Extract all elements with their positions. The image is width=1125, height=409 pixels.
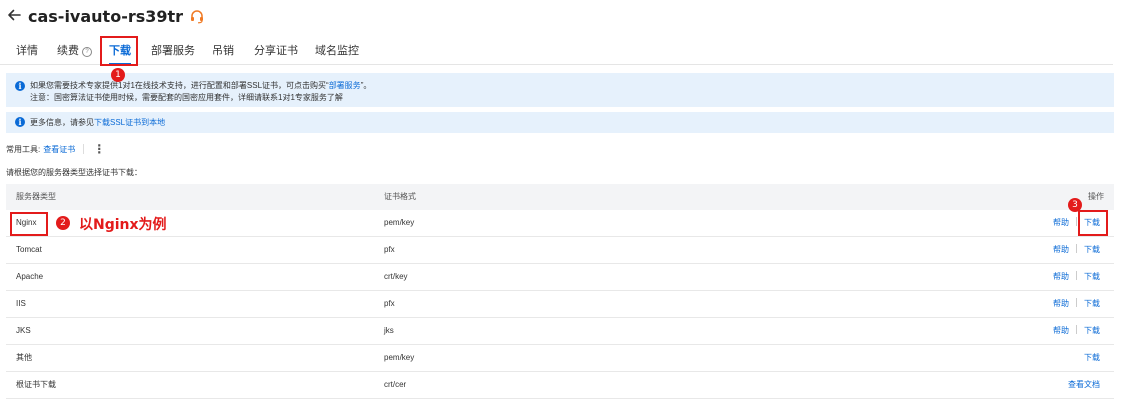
download-table: 服务器类型 证书格式 操作 Nginx pem/key 帮助 下载 Tomcat … [6,184,1114,399]
download-link[interactable]: 下载 [1084,299,1100,308]
cert-format: pfx [384,245,395,254]
annotation-box-nginx [10,212,48,236]
tab-renew[interactable]: 续费? [57,38,92,64]
server-type: 根证书下载 [16,380,56,389]
table-row: Nginx pem/key 帮助 下载 [6,210,1114,237]
help-link[interactable]: 帮助 [1053,245,1069,254]
table-row: IIS pfx 帮助 下载 [6,291,1114,318]
table-row: 根证书下载 crt/cer 查看文档 [6,372,1114,399]
annotation-step-3: 3 [1068,198,1082,212]
help-link[interactable]: 帮助 [1053,272,1069,281]
header-server-type: 服务器类型 [16,192,56,201]
annotation-step-2: 2 [56,216,70,230]
divider [1076,244,1077,253]
view-docs-link[interactable]: 查看文档 [1068,380,1100,389]
table-row: Tomcat pfx 帮助 下载 [6,237,1114,264]
header-cert-format: 证书格式 [384,192,416,201]
download-link[interactable]: 下载 [1084,272,1100,281]
info-notice: i 如果您需要技术专家提供1对1在线技术支持，进行配置和部署SSL证书，可点击购… [6,73,1114,107]
server-type: 其他 [16,353,32,362]
row-actions: 帮助 下载 [1053,237,1100,263]
row-actions: 帮助 下载 [1053,318,1100,344]
server-type: Tomcat [16,245,42,254]
notice-line-1: 如果您需要技术专家提供1对1在线技术支持，进行配置和部署SSL证书，可点击购买“… [30,81,372,90]
more-info-notice: i 更多信息，请参见下载SSL证书到本地 [6,112,1114,133]
divider [83,144,85,154]
info-icon: i [15,81,25,91]
tab-revoke[interactable]: 吊销 [212,38,234,64]
tab-domain-monitoring[interactable]: 域名监控 [315,38,359,64]
tab-bar: 详情 续费? 下载 部署服务 吊销 分享证书 域名监控 [0,38,1113,65]
download-ssl-doc-link[interactable]: 下载SSL证书到本地 [94,118,165,127]
help-link[interactable]: 帮助 [1053,326,1069,335]
annotation-box-download-link [1078,210,1108,236]
more-info-text: 更多信息，请参见下载SSL证书到本地 [30,118,166,127]
table-row: Apache crt/key 帮助 下载 [6,264,1114,291]
annotation-text: 以Nginx为例 [79,217,167,233]
cert-format: pem/key [384,353,415,362]
row-actions: 帮助 下载 [1053,264,1100,290]
headset-icon[interactable] [189,8,205,24]
server-type: JKS [16,326,31,335]
tab-share-certificate[interactable]: 分享证书 [254,38,298,64]
annotation-step-1: 1 [111,68,125,82]
info-icon: i [15,117,25,127]
table-header: 服务器类型 证书格式 操作 [6,184,1114,210]
arrow-left-icon[interactable] [6,7,24,26]
deploy-service-link[interactable]: 部署服务 [329,81,361,90]
divider [1076,298,1077,307]
server-type: IIS [16,299,26,308]
page-title: cas-ivauto-rs39tr [28,6,184,26]
annotation-box-download-tab [100,36,138,66]
common-tools: 常用工具: 查看证书 ⋮ [6,142,106,156]
download-link[interactable]: 下载 [1084,245,1100,254]
tab-deploy-service[interactable]: 部署服务 [151,38,195,64]
download-link[interactable]: 下载 [1084,353,1100,362]
divider [1076,325,1077,334]
help-link[interactable]: 帮助 [1053,299,1069,308]
question-circle-icon[interactable]: ? [82,47,92,57]
cert-format: crt/cer [384,380,407,389]
more-vertical-icon[interactable]: ⋮ [93,143,105,155]
row-actions: 帮助 下载 [1053,291,1100,317]
table-row: 其他 pem/key 下载 [6,345,1114,372]
tab-details[interactable]: 详情 [16,38,38,64]
cert-format: jks [384,326,394,335]
cert-format: pem/key [384,218,415,227]
page-header: cas-ivauto-rs39tr [6,4,205,28]
row-actions: 下载 [1084,345,1100,371]
divider [1076,271,1077,280]
server-type: Apache [16,272,44,281]
cert-format: pfx [384,299,395,308]
download-link[interactable]: 下载 [1084,326,1100,335]
row-actions: 查看文档 [1068,372,1100,398]
view-certificate-link[interactable]: 查看证书 [43,144,75,155]
download-hint: 请根据您的服务器类型选择证书下载： [6,168,142,177]
table-row: JKS jks 帮助 下载 [6,318,1114,345]
cert-format: crt/key [384,272,408,281]
notice-line-2: 注意：国密算法证书使用时候，需要配套的国密应用套件，详细请联系1对1专家服务了解 [30,93,343,102]
header-action: 操作 [1088,192,1104,201]
help-link[interactable]: 帮助 [1053,218,1069,227]
divider [1076,217,1077,226]
